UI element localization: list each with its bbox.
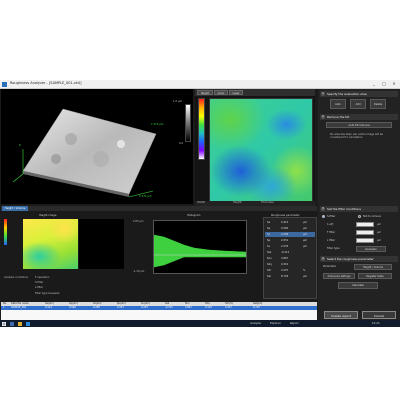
advanced-settings-button[interactable]: Advanced settings [323, 273, 355, 279]
status-mode: 3D/2D [197, 201, 206, 204]
height-image-blank-area [79, 219, 124, 269]
analysis-panel: Height / Volume Height image Histogram 2… [1, 206, 317, 302]
step4-header: 4 Select the roughness parameter [320, 256, 398, 262]
f-filter-unit: µm [377, 231, 382, 234]
app-icon [2, 81, 7, 87]
param-row[interactable]: Sku 3.867 [265, 256, 315, 261]
filter-type-label: Filter type [327, 247, 340, 250]
param-row[interactable]: Sal 8.745 µm [265, 274, 315, 279]
histogram-plot [153, 220, 247, 274]
height-colorbar [185, 104, 191, 142]
l-filter-label: L filter [327, 239, 336, 242]
s-filter-radio[interactable] [322, 215, 325, 218]
delete-area-button[interactable]: Delete [370, 99, 386, 109]
tab-height-volume[interactable]: Height / Volume [2, 206, 28, 211]
search-icon[interactable] [10, 321, 14, 326]
taskbar: Analyzer Explorer Report 10:24 [0, 320, 400, 327]
title-bar: Roughness Analyzer - [SAMPLE_001.vk4] _ … [0, 80, 400, 89]
parameter-label: Parameter [323, 265, 337, 268]
maximize-button[interactable]: □ [380, 81, 388, 87]
window-title: Roughness Analyzer - [SAMPLE_001.vk4] [10, 81, 82, 85]
analysis-tabs: Height / Volume [1, 206, 317, 211]
taskbar-item-analyzer[interactable]: Analyzer [250, 322, 261, 325]
minimize-button[interactable]: _ [370, 81, 378, 87]
l-filter-input[interactable] [356, 238, 374, 243]
laser-view-button[interactable]: Laser [229, 90, 243, 95]
register-table-button[interactable]: Register table [358, 273, 392, 279]
lambda-s-input[interactable] [356, 222, 374, 227]
2d-view[interactable]: Height Color Laser 3D/2D Height Thicknes… [195, 89, 315, 206]
step2-header: 2 Remove the tilt [320, 114, 398, 120]
param-row[interactable]: Sv 2.235 µm [265, 244, 315, 249]
2d-view-toolbar: Height Color Laser [195, 89, 315, 96]
close-button[interactable]: × [390, 81, 398, 87]
lambda-s-label: λ s(f) [327, 223, 334, 226]
filter-type-select[interactable]: Gaussian [356, 246, 386, 252]
histogram-y-top: 2.65 µm [133, 220, 144, 223]
param-row-selected[interactable]: Sz 4.286 µm [265, 232, 315, 238]
status-thickness: Thickness [261, 201, 274, 204]
height-image-colorbar [4, 219, 7, 245]
not-remove-label: Not to remove [363, 215, 381, 218]
cancel-button[interactable]: Cancel [362, 311, 396, 319]
f-filter-input[interactable] [356, 230, 374, 235]
step1-header: 1 Specify the evaluation area [320, 91, 398, 97]
option-f-operation: F-operation [35, 276, 50, 279]
create-report-button[interactable]: Create report [324, 311, 358, 319]
height-map-image[interactable] [209, 98, 313, 203]
height-image-title: Height image [39, 214, 57, 217]
y-axis-label: Y 272 µm [151, 123, 164, 126]
f-filter-label: F filter [327, 231, 336, 234]
color-view-button[interactable]: Color [214, 90, 228, 95]
param-row[interactable]: Sdq 0.310 [265, 262, 315, 267]
3d-surface-render [12, 108, 157, 198]
taskbar-item-report[interactable]: Report [290, 322, 299, 325]
taskbar-item-explorer[interactable]: Explorer [270, 322, 281, 325]
results-table-row[interactable]: 1 SAMPLE_001 0.414 0.560 4.286 2.051 2.2… [1, 306, 317, 310]
option-filter-type: Filter type Gaussian [35, 292, 60, 295]
results-table: No. Data file name Sa(µm) Sq(µm) Sz(µm) … [1, 302, 317, 322]
3d-view[interactable]: 1.0 µm 0.0 X 272 µm Y 272 µm Z [1, 89, 193, 204]
step3-header: 3 Set the filter conditions [320, 206, 398, 212]
histogram-y-bottom: -1.30 µm [133, 270, 145, 273]
color-scale-bar [198, 98, 205, 160]
l-filter-unit: µm [377, 239, 382, 242]
status-height: Height [233, 201, 242, 204]
height-image[interactable] [23, 219, 78, 269]
height-view-button[interactable]: Height [197, 90, 213, 95]
lambda-s-unit: µm [377, 223, 382, 226]
not-remove-radio[interactable] [358, 215, 361, 218]
param-row[interactable]: Sa 0.414 µm [265, 220, 315, 225]
colorbar-top-label: 1.0 µm [173, 100, 183, 103]
roughness-parameter-table: Sa 0.414 µm Sq 0.560 µm Sz 4.286 µm Sp 2.051 µm … [263, 217, 317, 299]
analysis-conditions-label: Analysis conditions [4, 276, 28, 279]
auto-area-button[interactable]: Auto [330, 99, 346, 109]
param-row[interactable]: Sq 0.560 µm [265, 226, 315, 231]
auto-tilt-checkbox[interactable]: Auto tilt removal [326, 122, 392, 128]
parameter-select[interactable]: Height / Volume [354, 264, 392, 270]
option-l-filter: L-filter [35, 286, 44, 289]
histogram-curve [153, 234, 247, 268]
x-axis-label: X 272 µm [139, 195, 152, 198]
param-row[interactable]: Ssk -0.313 [265, 250, 315, 255]
param-row[interactable]: Sp 2.051 µm [265, 238, 315, 243]
browser-icon[interactable] [26, 321, 30, 326]
windows-start-icon[interactable] [2, 321, 6, 326]
add-area-button[interactable]: Add [350, 99, 366, 109]
taskbar-clock: 10:24 [372, 321, 380, 325]
tilt-note: No area has been set, entire image will … [330, 133, 383, 140]
folder-icon[interactable] [18, 321, 22, 326]
param-row[interactable]: Sdr 4.437% [265, 268, 315, 273]
application-window: Roughness Analyzer - [SAMPLE_001.vk4] _ … [0, 80, 400, 322]
z-axis-label: Z [19, 144, 21, 147]
s-filter-label: S-filter [327, 215, 336, 218]
option-s-filter: S-filter [35, 281, 44, 284]
colorbar-bottom-label: 0.0 [179, 142, 184, 145]
calculate-button[interactable]: Calculate [338, 282, 378, 289]
settings-panel: 1 Specify the evaluation area Auto Add D… [318, 89, 400, 322]
histogram-title: Histogram [187, 214, 201, 217]
